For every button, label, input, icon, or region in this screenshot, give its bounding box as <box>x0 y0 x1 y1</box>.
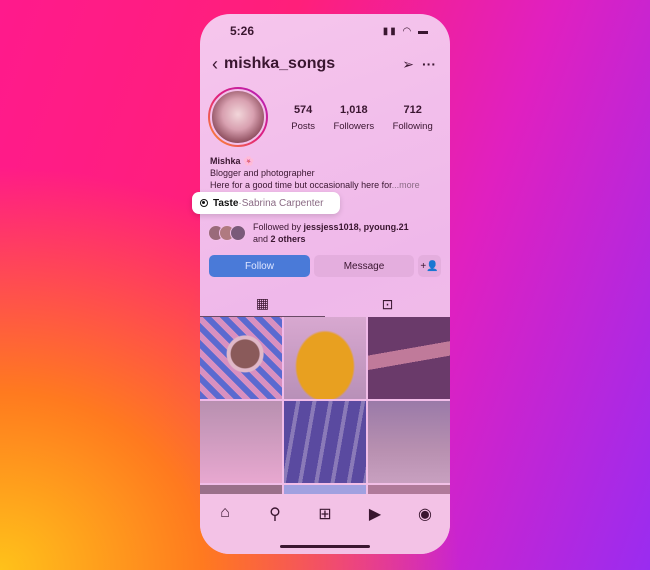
bio-line: Here for a good time but occasionally he… <box>210 180 392 190</box>
more-link[interactable]: ...more <box>392 180 420 190</box>
stat-label: Posts <box>291 121 315 132</box>
clock: 5:26 <box>230 24 255 38</box>
home-indicator[interactable] <box>280 545 370 548</box>
followed-by[interactable]: Followed by jessjess1018, pyoung.21 and 2… <box>208 221 409 245</box>
follower-avatar <box>230 225 246 241</box>
stat-label: Following <box>392 121 433 132</box>
flower-emoji: 🌸 <box>243 156 255 166</box>
add-person-icon[interactable]: +👤 <box>418 255 441 277</box>
followed-names: jessjess1018, pyoung.21 <box>303 222 409 232</box>
profile-icon[interactable]: ◉ <box>413 504 437 554</box>
display-name: Mishka <box>210 156 241 166</box>
home-icon[interactable]: ⌂ <box>213 504 237 554</box>
bio: Mishka 🌸 Blogger and photographer Here f… <box>210 155 445 191</box>
tagged-tab-icon[interactable]: ⊡ <box>325 291 450 317</box>
post-thumbnail[interactable] <box>368 401 450 483</box>
bio-line: Blogger and photographer <box>210 168 315 178</box>
profile-header: ‹ mishka_songs ➢ ··· <box>212 54 438 74</box>
stat-value: 574 <box>293 104 313 116</box>
post-thumbnail[interactable] <box>284 317 366 399</box>
taste-music-chip[interactable]: Taste · Sabrina Carpenter <box>192 192 340 214</box>
stat-following[interactable]: 712 Following <box>393 104 433 134</box>
profile-stats: 574 Posts 1,018 Followers 712 Following <box>282 104 442 134</box>
username: mishka_songs <box>224 55 336 72</box>
more-icon[interactable]: ··· <box>422 56 436 72</box>
signal-wifi-battery-icon: ▮▮ ◠ ▬ <box>382 26 430 37</box>
stat-posts[interactable]: 574 Posts <box>291 104 315 134</box>
stat-value: 712 <box>403 104 422 116</box>
post-thumbnail[interactable] <box>284 401 366 483</box>
music-icon <box>200 199 208 207</box>
avatar[interactable] <box>208 87 268 147</box>
followed-others: 2 others <box>270 234 306 244</box>
post-thumbnail[interactable] <box>200 317 282 399</box>
back-icon[interactable]: ‹ <box>212 54 218 75</box>
post-thumbnail[interactable] <box>368 317 450 399</box>
action-buttons: Follow Message +👤 <box>209 255 441 277</box>
send-icon[interactable]: ➢ <box>402 56 414 73</box>
stat-followers[interactable]: 1,018 Followers <box>333 104 374 134</box>
post-thumbnail[interactable] <box>200 401 282 483</box>
phone-screen: 5:26 ▮▮ ◠ ▬ ‹ mishka_songs ➢ ··· 574 Post… <box>200 14 450 554</box>
taste-label: Taste <box>213 197 239 209</box>
stat-value: 1,018 <box>340 104 368 116</box>
post-grid <box>200 317 450 500</box>
followed-prefix: Followed by <box>253 222 304 232</box>
stat-label: Followers <box>333 121 375 132</box>
taste-artist: Sabrina Carpenter <box>241 197 324 209</box>
message-button[interactable]: Message <box>314 255 414 277</box>
grid-tab-icon[interactable]: ▦ <box>200 291 325 317</box>
status-bar: 5:26 ▮▮ ◠ ▬ <box>200 24 450 40</box>
profile-tabs: ▦ ⊡ <box>200 291 450 317</box>
followed-and: and <box>253 234 271 244</box>
follow-button[interactable]: Follow <box>209 255 310 277</box>
bottom-nav: ⌂ ⚲ ⊞ ▶ ◉ <box>200 494 450 554</box>
